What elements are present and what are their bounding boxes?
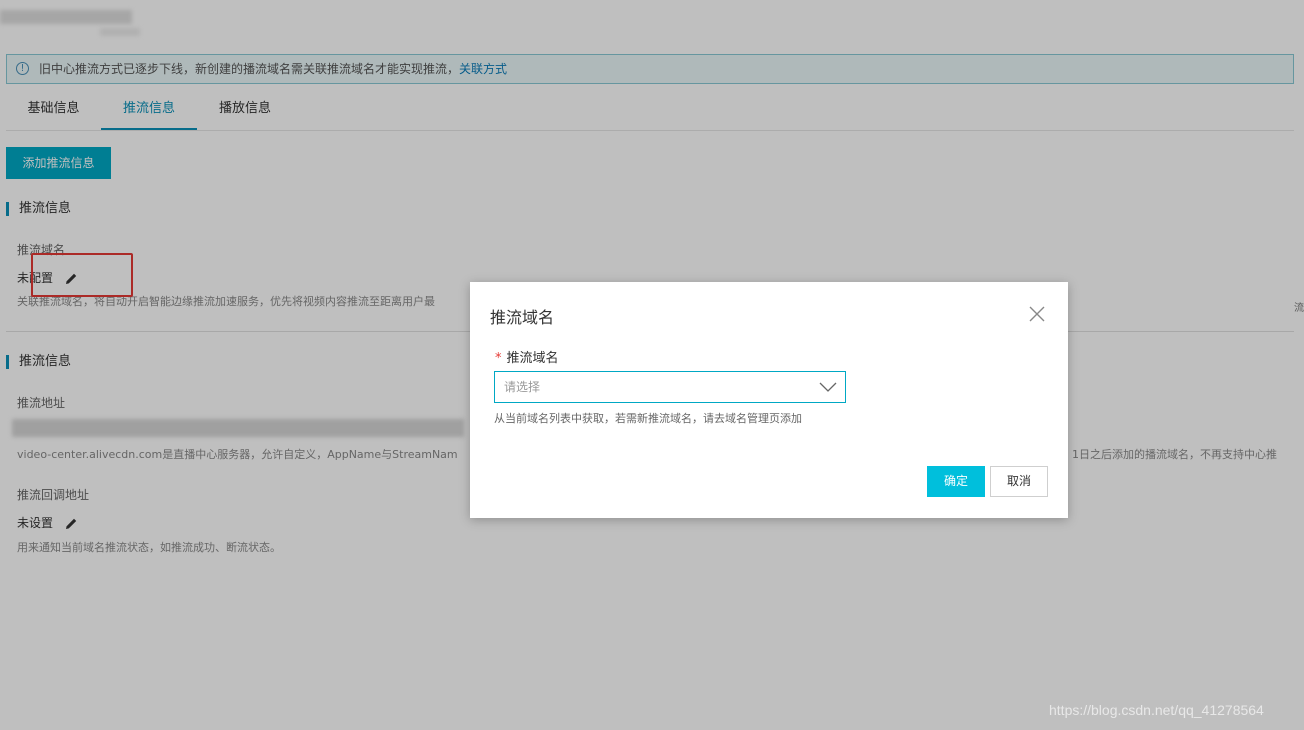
dialog-title: 推流域名 <box>490 308 555 327</box>
push-domain-dialog: 推流域名 * 推流域名 请选择 从当前域名列表中获取，若需新推流域名，请去域名管理… <box>470 282 1068 518</box>
cancel-button[interactable]: 取消 <box>990 466 1048 497</box>
dialog-field-label: 推流域名 <box>506 351 559 366</box>
chevron-down-icon <box>819 382 837 392</box>
select-placeholder: 请选择 <box>504 380 541 394</box>
select-hint: 从当前域名列表中获取，若需新推流域名，请去域名管理页添加 <box>494 412 802 425</box>
push-domain-select[interactable]: 请选择 <box>494 371 846 403</box>
close-icon[interactable] <box>1027 304 1047 324</box>
confirm-button[interactable]: 确定 <box>927 466 985 497</box>
watermark: https://blog.csdn.net/qq_41278564 <box>1049 702 1264 718</box>
required-mark: * <box>495 351 502 366</box>
dialog-field-label-row: * 推流域名 <box>495 347 559 366</box>
